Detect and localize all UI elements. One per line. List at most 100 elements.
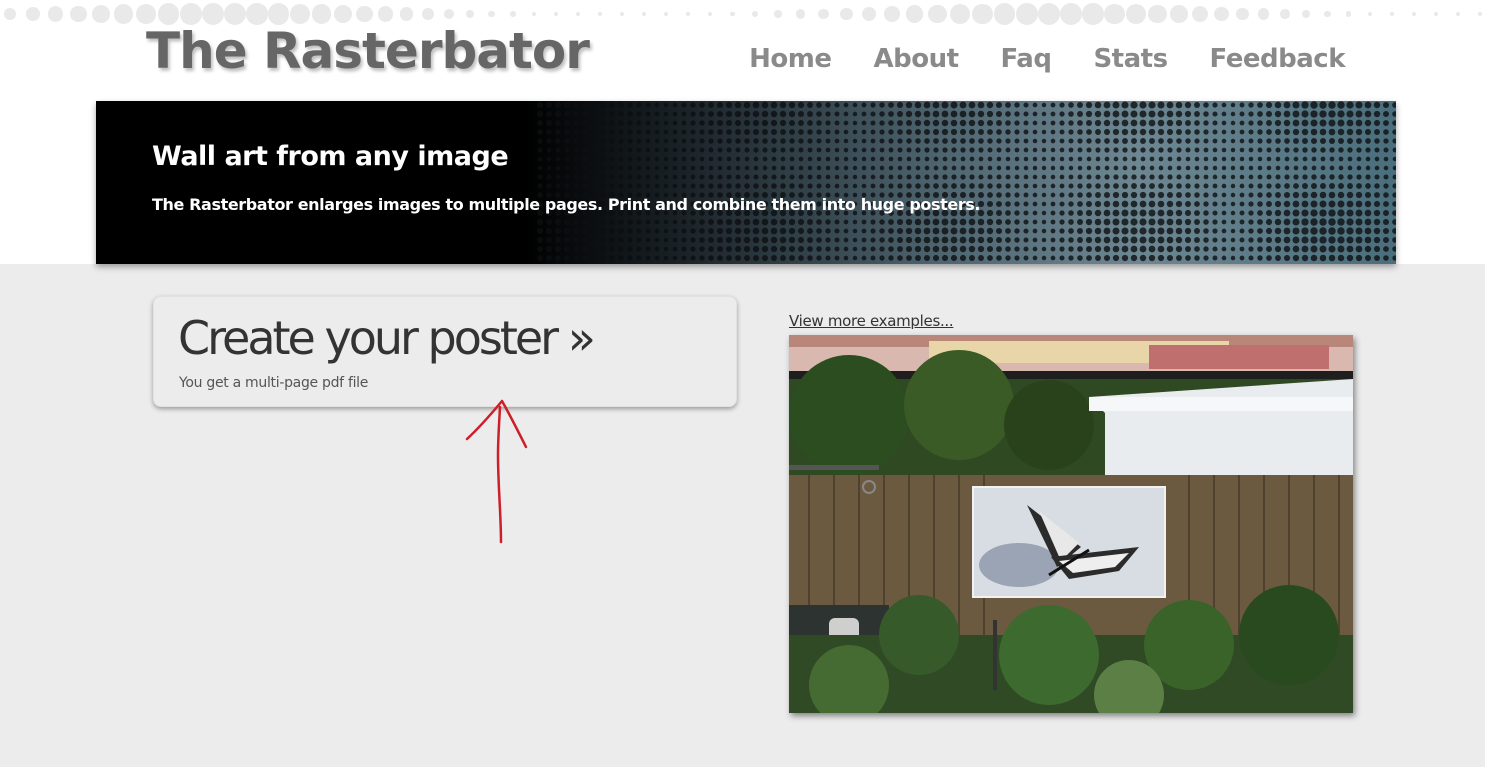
halftone-dot (1184, 236, 1192, 244)
halftone-dot (735, 255, 741, 261)
halftone-dot (563, 245, 571, 253)
nav-faq[interactable]: Faq (1001, 44, 1052, 74)
halftone-dot (986, 218, 994, 226)
halftone-dot (752, 101, 760, 109)
halftone-dot (1319, 119, 1327, 127)
halftone-dot (1050, 129, 1056, 135)
halftone-dot (1392, 237, 1396, 243)
halftone-dot (1077, 156, 1083, 162)
halftone-dot (1023, 156, 1029, 162)
halftone-dot (1122, 183, 1128, 189)
halftone-dot (743, 218, 751, 226)
halftone-dot (914, 101, 922, 109)
nav-feedback[interactable]: Feedback (1210, 44, 1346, 74)
halftone-dot (591, 120, 597, 126)
halftone-dot (852, 138, 858, 144)
decorative-dot (686, 12, 690, 16)
halftone-dot (609, 165, 615, 171)
halftone-dot (734, 101, 742, 109)
halftone-dot (986, 236, 994, 244)
halftone-dot (1257, 192, 1263, 198)
halftone-dot (690, 102, 696, 108)
halftone-dot (627, 129, 633, 135)
halftone-dot (807, 255, 813, 261)
halftone-dot (788, 218, 796, 226)
halftone-dot (1068, 201, 1074, 207)
halftone-dot (1346, 101, 1354, 109)
halftone-dot (896, 227, 904, 235)
create-poster-title[interactable]: Create your poster » (178, 311, 596, 365)
halftone-dot (825, 129, 831, 135)
halftone-dot (1112, 254, 1120, 262)
halftone-dot (1203, 237, 1209, 243)
halftone-dot (959, 119, 967, 127)
halftone-dot (870, 255, 876, 261)
halftone-dot (1346, 209, 1354, 217)
halftone-dot (735, 129, 741, 135)
halftone-dot (1310, 209, 1318, 217)
halftone-dot (1041, 201, 1047, 207)
halftone-dot (1175, 218, 1183, 226)
halftone-dot (573, 183, 579, 189)
halftone-dot (1274, 209, 1282, 217)
halftone-dot (779, 227, 787, 235)
halftone-dot (681, 156, 687, 162)
halftone-dot (1131, 174, 1137, 180)
halftone-dot (888, 255, 894, 261)
halftone-dot (744, 156, 750, 162)
halftone-dot (1041, 237, 1047, 243)
halftone-dot (1157, 254, 1165, 262)
halftone-dot (914, 236, 922, 244)
halftone-dot (1274, 245, 1282, 253)
halftone-dot (1148, 254, 1156, 262)
halftone-dot (1157, 110, 1165, 118)
halftone-dot (770, 101, 778, 109)
halftone-dot (663, 237, 669, 243)
nav-about[interactable]: About (873, 44, 959, 74)
nav-home[interactable]: Home (749, 44, 832, 74)
halftone-dot (1392, 183, 1396, 189)
halftone-dot (1203, 255, 1209, 261)
halftone-dot (879, 174, 885, 180)
halftone-dot (1230, 165, 1236, 171)
example-poster-photo[interactable] (789, 335, 1353, 713)
halftone-dot (1068, 102, 1074, 108)
halftone-dot (1157, 218, 1165, 226)
nav-stats[interactable]: Stats (1093, 44, 1168, 74)
halftone-dot (915, 129, 921, 135)
halftone-dot (978, 255, 984, 261)
halftone-dot (690, 228, 696, 234)
halftone-dot (941, 254, 949, 262)
site-logo[interactable]: The Rasterbator (146, 22, 590, 80)
create-poster-button[interactable]: Create your poster » You get a multi-pag… (153, 296, 737, 407)
halftone-dot (1176, 183, 1182, 189)
halftone-dot (987, 192, 993, 198)
halftone-pattern (536, 101, 1396, 262)
halftone-dot (1139, 236, 1147, 244)
halftone-dot (1346, 236, 1354, 244)
halftone-dot (672, 156, 678, 162)
halftone-dot (708, 255, 714, 261)
halftone-dot (1094, 119, 1102, 127)
halftone-dot (852, 147, 858, 153)
halftone-dot (1077, 165, 1083, 171)
halftone-dot (555, 156, 561, 162)
halftone-dot (978, 138, 984, 144)
halftone-dot (816, 255, 822, 261)
decorative-dot (532, 11, 537, 17)
halftone-dot (600, 120, 606, 126)
halftone-dot (1130, 245, 1138, 253)
decorative-dot (400, 7, 414, 21)
halftone-dot (959, 254, 967, 262)
halftone-dot (636, 255, 642, 261)
halftone-dot (636, 174, 642, 180)
halftone-dot (1131, 138, 1137, 144)
halftone-dot (564, 174, 570, 180)
halftone-dot (599, 218, 607, 226)
halftone-dot (897, 120, 903, 126)
halftone-dot (905, 245, 913, 253)
halftone-dot (1212, 111, 1218, 117)
view-more-examples-link[interactable]: View more examples... (789, 312, 954, 330)
halftone-dot (1077, 246, 1083, 252)
halftone-dot (1355, 200, 1363, 208)
